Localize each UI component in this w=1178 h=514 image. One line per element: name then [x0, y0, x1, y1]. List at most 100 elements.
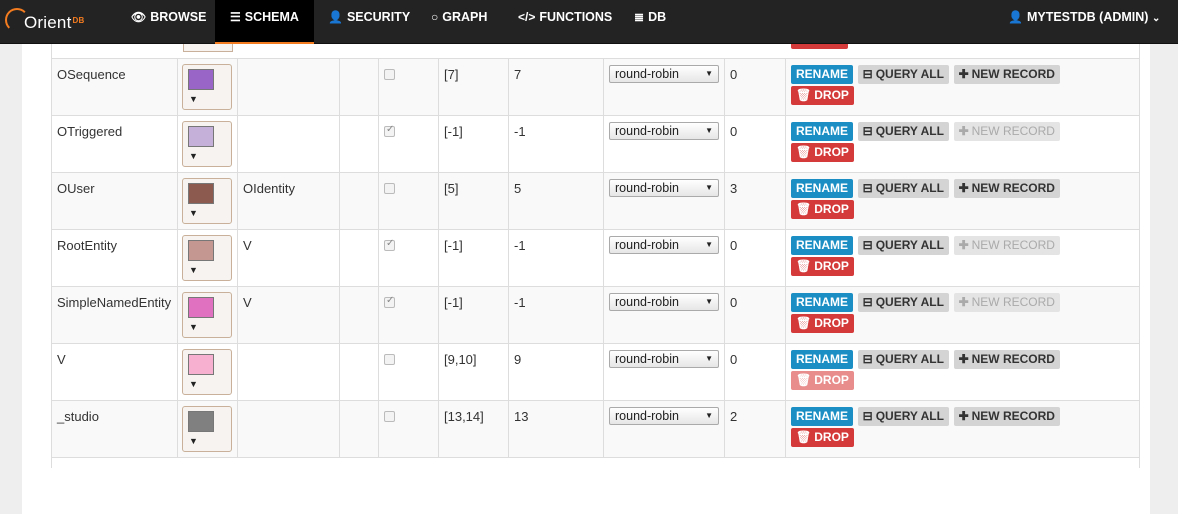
record-count: 0 [730, 238, 738, 253]
abstract-checkbox[interactable] [384, 411, 395, 422]
class-name[interactable]: _studio [57, 409, 99, 424]
abstract-checkbox[interactable] [384, 238, 395, 251]
records-cell: 2 [725, 401, 786, 457]
new-record-button[interactable]: ✚ NEW RECORD [953, 65, 1060, 84]
table-icon: ⊟ [862, 67, 873, 81]
cluster-ids: [-1] [444, 295, 463, 310]
nav-tab-security[interactable]: 👤 SECURITY [328, 0, 410, 44]
orientdb-logo[interactable]: OrientDB [4, 4, 104, 40]
previous-row-drop-button[interactable] [791, 44, 848, 49]
drop-button[interactable]: 🗑 DROP [791, 428, 854, 447]
nav-tab-db[interactable]: ≣ DB [634, 0, 666, 44]
query-all-button[interactable]: ⊟ QUERY ALL [857, 236, 949, 255]
color-picker[interactable]: ▼ [182, 406, 232, 452]
new-record-button[interactable]: ✚ NEW RECORD [953, 350, 1060, 369]
table-row: OTriggered ▼ [-1] -1 round-robin ▼ 0 RENA… [52, 115, 1139, 172]
abstract-checkbox[interactable] [384, 183, 395, 194]
abstract-checkbox[interactable] [384, 354, 395, 365]
clusters-cell: [-1] [439, 116, 509, 172]
cluster-selection-select[interactable]: round-robin ▼ [609, 293, 719, 311]
class-name[interactable]: V [57, 352, 66, 367]
caret-down-icon: ▼ [189, 94, 198, 104]
superclass-cell: V [238, 287, 340, 343]
color-picker[interactable]: ▼ [182, 292, 232, 338]
page-scrollbar[interactable] [1150, 44, 1178, 514]
query-all-button[interactable]: ⊟ QUERY ALL [857, 65, 949, 84]
cluster-selection-select[interactable]: round-robin ▼ [609, 236, 719, 254]
color-picker[interactable]: ▼ [182, 235, 232, 281]
rename-button[interactable]: RENAME [791, 407, 854, 426]
cluster-selection-select[interactable]: round-robin ▼ [609, 65, 719, 83]
class-name[interactable]: RootEntity [57, 238, 117, 253]
nav-tab-graph[interactable]: ○ GRAPH [431, 0, 487, 44]
default-cluster: 7 [514, 67, 522, 82]
caret-down-icon: ▼ [189, 322, 198, 332]
drop-button[interactable]: 🗑 DROP [791, 200, 854, 219]
default-cluster-cell: 5 [509, 173, 604, 229]
cluster-selection-select[interactable]: round-robin ▼ [609, 407, 719, 425]
table-icon: ⊟ [862, 409, 873, 423]
color-picker[interactable]: ▼ [182, 64, 232, 110]
rename-button[interactable]: RENAME [791, 236, 854, 255]
nav-tab-label: BROWSE [150, 10, 207, 24]
user-menu[interactable]: 👤 MYTESTDB (ADMIN) ⌄ [1008, 0, 1160, 44]
class-name-cell: SimpleNamedEntity [52, 287, 178, 343]
drop-button[interactable]: 🗑 DROP [791, 143, 854, 162]
superclass-cell [238, 344, 340, 400]
query-all-button[interactable]: ⊟ QUERY ALL [857, 350, 949, 369]
query-all-button[interactable]: ⊟ QUERY ALL [857, 179, 949, 198]
caret-down-icon: ▼ [705, 126, 713, 135]
rename-button[interactable]: RENAME [791, 122, 854, 141]
cluster-selection-select[interactable]: round-robin ▼ [609, 350, 719, 368]
query-all-button[interactable]: ⊟ QUERY ALL [857, 122, 949, 141]
color-picker[interactable]: ▼ [182, 121, 232, 167]
drop-button[interactable]: 🗑 DROP [791, 314, 854, 333]
records-cell: 0 [725, 230, 786, 286]
rename-button[interactable]: RENAME [791, 179, 854, 198]
new-record-button[interactable]: ✚ NEW RECORD [953, 179, 1060, 198]
cluster-selection-select[interactable]: round-robin ▼ [609, 179, 719, 197]
class-name[interactable]: OTriggered [57, 124, 122, 139]
rename-button[interactable]: RENAME [791, 65, 854, 84]
caret-down-icon: ▼ [189, 379, 198, 389]
abstract-cell [379, 173, 439, 229]
class-name[interactable]: OUser [57, 181, 95, 196]
drop-button[interactable]: 🗑 DROP [791, 257, 854, 276]
rename-button[interactable]: RENAME [791, 293, 854, 312]
default-cluster-cell: -1 [509, 230, 604, 286]
actions-cell: RENAME ⊟ QUERY ALL ✚ NEW RECORD 🗑 DROP [786, 230, 1139, 286]
abstract-checkbox[interactable] [384, 295, 395, 308]
abstract-checkbox[interactable] [384, 124, 395, 137]
alias-cell [340, 59, 379, 115]
trash-icon: 🗑 [796, 316, 812, 330]
query-all-button[interactable]: ⊟ QUERY ALL [857, 407, 949, 426]
cluster-selection-select[interactable]: round-robin ▼ [609, 122, 719, 140]
abstract-checkbox[interactable] [384, 69, 395, 80]
drop-button[interactable]: 🗑 DROP [791, 86, 854, 105]
cluster-selection-cell: round-robin ▼ [604, 116, 725, 172]
list-icon: ☰ [230, 10, 241, 24]
rename-button[interactable]: RENAME [791, 350, 854, 369]
abstract-cell [379, 401, 439, 457]
class-name-cell: OTriggered [52, 116, 178, 172]
records-cell: 0 [725, 116, 786, 172]
color-cell: ▼ [178, 401, 238, 457]
default-cluster-cell: -1 [509, 287, 604, 343]
schema-page: OSequence ▼ [7] 7 round-robin ▼ 0 RENAME … [22, 44, 1150, 514]
nav-tab-schema[interactable]: ☰ SCHEMA [215, 0, 314, 44]
caret-down-icon: ▼ [189, 436, 198, 446]
color-picker[interactable]: ▼ [182, 349, 232, 395]
table-row: OSequence ▼ [7] 7 round-robin ▼ 0 RENAME … [52, 58, 1139, 115]
color-swatch [188, 411, 214, 432]
class-name[interactable]: SimpleNamedEntity [57, 295, 171, 310]
nav-tab-functions[interactable]: </> FUNCTIONS [518, 0, 612, 44]
color-picker[interactable]: ▼ [182, 178, 232, 224]
query-all-button[interactable]: ⊟ QUERY ALL [857, 293, 949, 312]
superclass-cell [238, 401, 340, 457]
class-name[interactable]: OSequence [57, 67, 126, 82]
nav-tab-browse[interactable]: 👁 BROWSE [131, 0, 206, 44]
new-record-button[interactable]: ✚ NEW RECORD [953, 407, 1060, 426]
trash-icon: 🗑 [796, 88, 812, 102]
color-cell: ▼ [178, 173, 238, 229]
plus-icon: ✚ [958, 124, 969, 138]
